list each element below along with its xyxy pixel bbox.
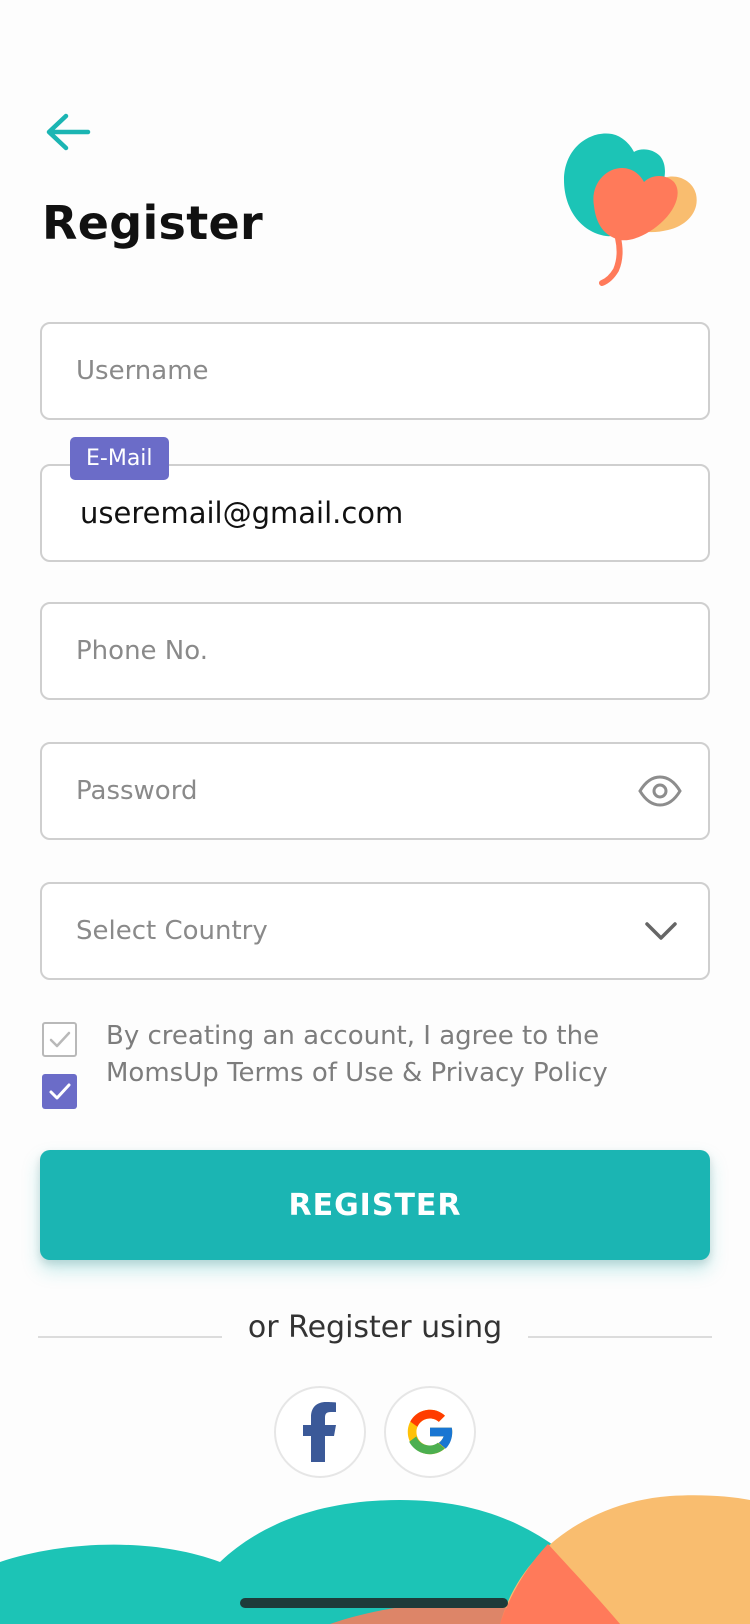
social-divider-text: or Register using (247, 1310, 503, 1345)
phone-placeholder: Phone No. (76, 636, 208, 666)
google-login-button[interactable] (384, 1386, 476, 1478)
arrow-left-icon (46, 113, 91, 151)
terms-checkbox-unchecked[interactable] (42, 1022, 77, 1057)
username-field[interactable]: Username (40, 322, 710, 420)
balloon-logo-icon (564, 133, 697, 286)
terms-agreement: By creating an account, I agree to the M… (42, 1018, 712, 1118)
register-button[interactable]: REGISTER (40, 1150, 710, 1260)
checkmark-icon (49, 1083, 70, 1099)
password-field[interactable]: Password (40, 742, 710, 840)
checkmark-icon (49, 1031, 70, 1047)
eye-icon (638, 775, 682, 807)
google-icon (407, 1409, 454, 1455)
home-indicator (240, 1598, 508, 1608)
email-value: useremail@gmail.com (80, 496, 404, 530)
password-visibility-toggle[interactable] (638, 775, 682, 807)
divider-right (528, 1336, 712, 1338)
country-placeholder: Select Country (76, 916, 268, 946)
email-floating-label: E-Mail (70, 437, 169, 480)
facebook-icon (303, 1402, 336, 1462)
country-select[interactable]: Select Country (40, 882, 710, 980)
back-button[interactable] (44, 106, 96, 158)
facebook-login-button[interactable] (274, 1386, 366, 1478)
phone-field[interactable]: Phone No. (40, 602, 710, 700)
username-placeholder: Username (76, 356, 209, 386)
terms-text: By creating an account, I agree to the M… (106, 1021, 608, 1088)
terms-checkbox-checked[interactable] (42, 1074, 77, 1109)
chevron-down-icon (645, 922, 677, 940)
password-placeholder: Password (76, 776, 198, 806)
page-title: Register (42, 196, 263, 250)
country-dropdown-toggle[interactable] (644, 920, 678, 942)
